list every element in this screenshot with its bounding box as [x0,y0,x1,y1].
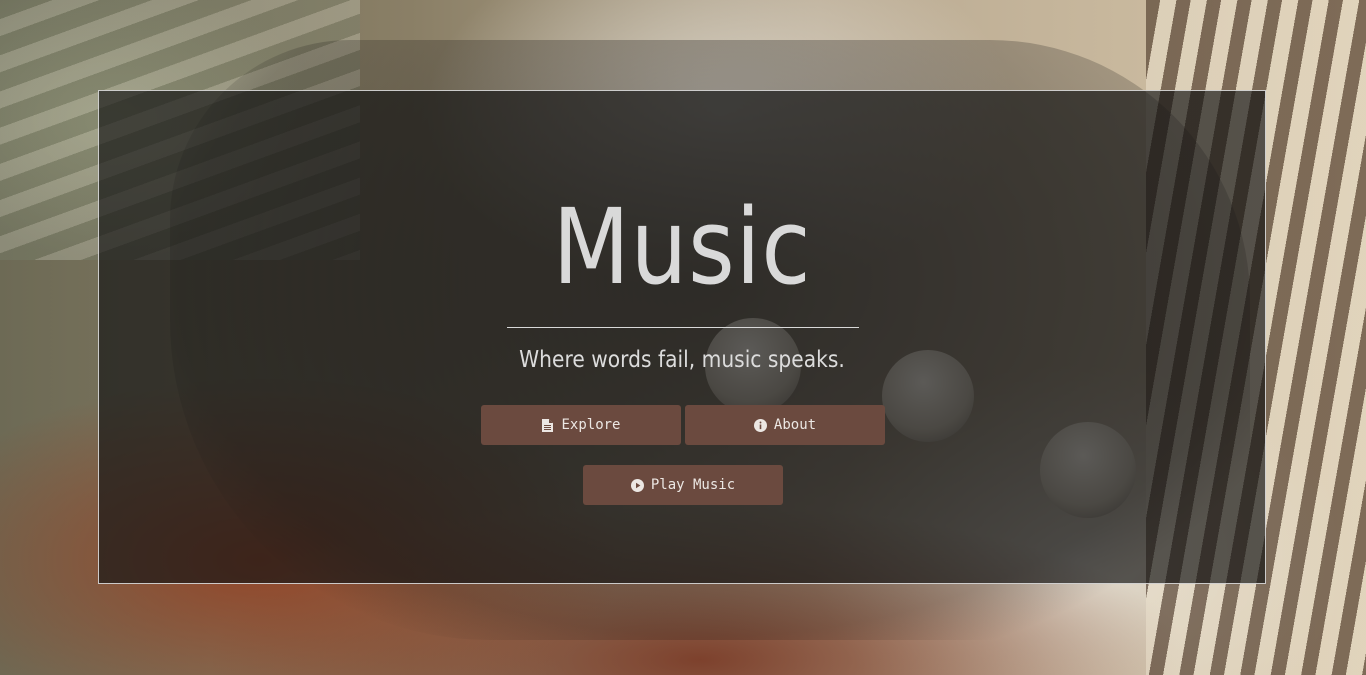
about-button-label: About [773,417,817,433]
explore-button-label: Explore [561,417,621,433]
title-divider [507,327,859,328]
info-circle-icon [753,418,767,432]
explore-button[interactable]: Explore [481,405,681,445]
play-music-button-label: Play Music [650,477,736,493]
play-music-button[interactable]: Play Music [583,465,783,505]
about-button[interactable]: About [685,405,885,445]
play-circle-icon [630,478,644,492]
page-subtitle: Where words fail, music speaks. [519,347,845,373]
document-icon [541,418,554,432]
page-title: Music [552,186,812,308]
hero-panel: Music Where words fail, music speaks. Ex… [98,90,1266,584]
